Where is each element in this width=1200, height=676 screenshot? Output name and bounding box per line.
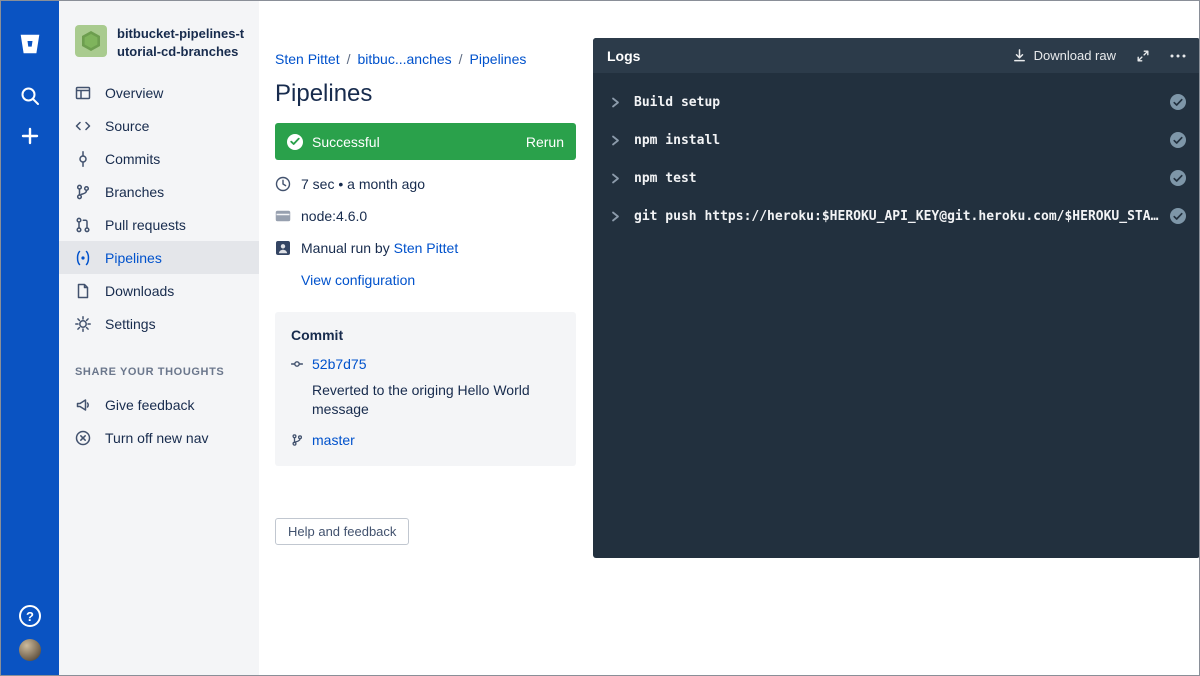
sidebar-item-label: Downloads: [105, 283, 174, 299]
commit-card: Commit 52b7d75 Reverted to the origing H…: [275, 312, 576, 466]
sidebar-item-pull-requests[interactable]: Pull requests: [59, 208, 259, 241]
code-icon: [75, 118, 91, 134]
help-icon[interactable]: ?: [19, 605, 41, 627]
commit-message: Reverted to the origing Hello World mess…: [291, 381, 560, 419]
log-step-label: npm install: [634, 133, 1164, 148]
breadcrumb-separator: /: [347, 51, 351, 67]
sidebar-item-give-feedback[interactable]: Give feedback: [59, 388, 259, 421]
app-window: ? bitbucket-pipelines-tutorial-cd-branch…: [0, 0, 1200, 676]
log-step-label: npm test: [634, 171, 1164, 186]
log-step-build-setup[interactable]: Build setup: [611, 83, 1186, 121]
repo-header[interactable]: bitbucket-pipelines-tutorial-cd-branches: [59, 19, 259, 76]
commit-branch-row: master: [291, 432, 560, 448]
sidebar-item-overview[interactable]: Overview: [59, 76, 259, 109]
build-image-text: node:4.6.0: [301, 208, 367, 224]
download-icon: [1012, 48, 1027, 63]
repo-avatar: [75, 25, 107, 57]
sidebar-item-pipelines[interactable]: Pipelines: [59, 241, 259, 274]
duration-text: 7 sec • a month ago: [301, 176, 425, 192]
chevron-right-icon: [611, 135, 620, 146]
commit-hash-icon: [291, 358, 303, 370]
commit-hash-row: 52b7d75: [291, 356, 560, 372]
logs-actions: Download raw: [1012, 48, 1186, 63]
branch-icon: [75, 184, 91, 200]
manual-run-text: Manual run by Sten Pittet: [301, 240, 458, 256]
log-step-label: Build setup: [634, 95, 1164, 110]
download-raw-button[interactable]: Download raw: [1012, 48, 1116, 63]
commit-heading: Commit: [291, 327, 560, 343]
sidebar-item-label: Give feedback: [105, 397, 195, 413]
logs-panel: Logs Download raw: [593, 38, 1200, 558]
status-label: Successful: [312, 134, 380, 150]
status-banner: Successful Rerun: [275, 123, 576, 160]
run-user-link[interactable]: Sten Pittet: [394, 240, 459, 256]
chevron-right-icon: [611, 97, 620, 108]
breadcrumb-user-link[interactable]: Sten Pittet: [275, 51, 340, 67]
commit-hash-link[interactable]: 52b7d75: [312, 356, 367, 372]
step-success-icon: [1170, 94, 1186, 110]
bitbucket-logo: [17, 31, 43, 57]
clock-icon: [275, 176, 291, 192]
download-raw-label: Download raw: [1034, 48, 1116, 63]
breadcrumb-pipelines-link[interactable]: Pipelines: [470, 51, 527, 67]
logs-body: Build setup npm install npm test: [593, 73, 1200, 235]
nodejs-hexagon-icon: [81, 30, 101, 52]
log-step-npm-install[interactable]: npm install: [611, 121, 1186, 159]
repo-name: bitbucket-pipelines-tutorial-cd-branches: [117, 25, 247, 60]
gear-icon: [75, 316, 91, 332]
sidebar-item-label: Settings: [105, 316, 156, 332]
sidebar-item-turn-off-new-nav[interactable]: Turn off new nav: [59, 421, 259, 454]
rerun-button[interactable]: Rerun: [526, 134, 564, 150]
expand-icon[interactable]: [1136, 49, 1150, 63]
breadcrumb-separator: /: [459, 51, 463, 67]
cross-circle-icon: [75, 430, 91, 446]
sidebar-item-label: Overview: [105, 85, 163, 101]
run-user-avatar-icon: [275, 240, 291, 256]
sidebar-item-downloads[interactable]: Downloads: [59, 274, 259, 307]
repo-sidebar: bitbucket-pipelines-tutorial-cd-branches…: [59, 1, 259, 675]
sidebar-item-label: Turn off new nav: [105, 430, 209, 446]
sidebar-item-settings[interactable]: Settings: [59, 307, 259, 340]
sidebar-item-label: Commits: [105, 151, 160, 167]
branch-link[interactable]: master: [312, 432, 355, 448]
manual-run-prefix: Manual run by: [301, 240, 390, 256]
pipelines-icon: [75, 250, 91, 266]
success-check-icon: [287, 134, 303, 150]
sidebar-item-label: Pull requests: [105, 217, 186, 233]
sidebar-item-label: Source: [105, 118, 149, 134]
step-success-icon: [1170, 132, 1186, 148]
global-nav-rail: ?: [1, 1, 59, 675]
create-plus-icon[interactable]: [13, 119, 47, 153]
sidebar-item-source[interactable]: Source: [59, 109, 259, 142]
chevron-right-icon: [611, 173, 620, 184]
bitbucket-logo-icon[interactable]: [13, 27, 47, 61]
sidebar-item-branches[interactable]: Branches: [59, 175, 259, 208]
megaphone-icon: [75, 397, 91, 413]
breadcrumb-repo-link[interactable]: bitbuc...anches: [357, 51, 451, 67]
step-success-icon: [1170, 208, 1186, 224]
step-success-icon: [1170, 170, 1186, 186]
more-options-icon[interactable]: [1170, 54, 1186, 58]
help-and-feedback-button[interactable]: Help and feedback: [275, 518, 409, 545]
log-step-git-push[interactable]: git push https://heroku:$HEROKU_API_KEY@…: [611, 197, 1186, 235]
branch-icon: [291, 434, 303, 446]
sidebar-item-label: Branches: [105, 184, 164, 200]
view-configuration-link[interactable]: View configuration: [301, 272, 415, 288]
logs-header: Logs Download raw: [593, 38, 1200, 73]
overview-icon: [75, 85, 91, 101]
sidebar-item-commits[interactable]: Commits: [59, 142, 259, 175]
sidebar-item-label: Pipelines: [105, 250, 162, 266]
avatar[interactable]: [19, 639, 41, 661]
rail-bottom-group: ?: [19, 605, 41, 661]
file-icon: [75, 283, 91, 299]
commit-icon: [75, 151, 91, 167]
logs-title: Logs: [607, 48, 640, 64]
search-icon[interactable]: [13, 79, 47, 113]
chevron-right-icon: [611, 211, 620, 222]
log-step-npm-test[interactable]: npm test: [611, 159, 1186, 197]
build-image-icon: [275, 208, 291, 224]
log-step-label: git push https://heroku:$HEROKU_API_KEY@…: [634, 209, 1164, 224]
sidebar-section-label: SHARE YOUR THOUGHTS: [59, 340, 259, 388]
pull-request-icon: [75, 217, 91, 233]
